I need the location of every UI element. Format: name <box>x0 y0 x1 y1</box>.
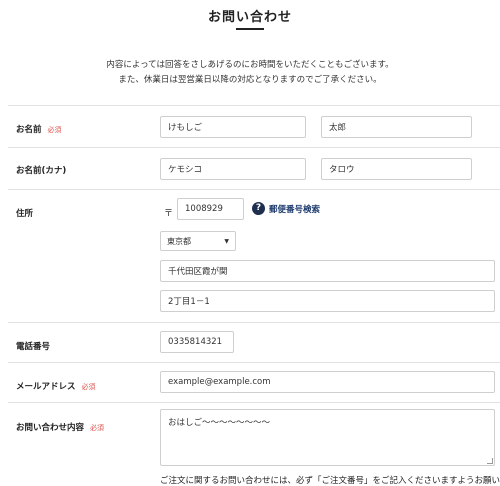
name-label: お名前 必須 <box>16 123 62 135</box>
last-name-input[interactable]: けもしご <box>160 116 306 138</box>
divider <box>8 105 500 106</box>
last-name-kana-input[interactable]: ケモシコ <box>160 158 306 180</box>
page-title: お問い合わせ <box>207 10 292 25</box>
prefecture-select[interactable]: 東京都 ▼ <box>160 231 236 251</box>
street-input[interactable]: 2丁目1－1 <box>160 290 495 312</box>
postal-mark: 〒 <box>164 209 174 219</box>
required-badge: 必須 <box>90 424 105 432</box>
email-input[interactable]: example@example.com <box>160 371 495 393</box>
divider <box>8 322 500 323</box>
name-label-text: お名前 <box>16 125 42 135</box>
intro-line-2: また、休業日は翌営業日以降の対応となりますのでご了承ください。 <box>118 75 382 85</box>
divider <box>8 362 500 363</box>
inquiry-label: お問い合わせ内容 必須 <box>16 421 104 433</box>
prefecture-value: 東京都 <box>167 236 191 246</box>
caret-down-icon: ▼ <box>224 237 229 245</box>
first-name-kana-input[interactable]: タロウ <box>321 158 472 180</box>
email-label: メールアドレス 必須 <box>16 380 96 392</box>
postal-code-input[interactable]: 1008929 <box>177 198 244 220</box>
required-badge: 必須 <box>47 126 62 134</box>
intro-text: 内容によっては回答をさしあげるのにお時間をいただくこともございます。 また、休業… <box>0 58 500 88</box>
first-name-input[interactable]: 太郎 <box>321 116 472 138</box>
divider <box>8 147 500 148</box>
phone-label: 電話番号 <box>16 342 51 352</box>
inquiry-label-text: お問い合わせ内容 <box>16 423 85 433</box>
email-label-text: メールアドレス <box>16 382 76 392</box>
phone-input[interactable]: 0335814321 <box>160 331 234 353</box>
intro-line-1: 内容によっては回答をさしあげるのにお時間をいただくこともございます。 <box>106 60 394 70</box>
divider <box>8 402 500 403</box>
postal-search-link[interactable]: 郵便番号検索 <box>269 203 320 215</box>
kana-label: お名前(カナ) <box>16 166 67 176</box>
required-badge: 必須 <box>81 383 96 391</box>
inquiry-textarea[interactable]: おはしご〜〜〜〜〜〜〜〜 <box>160 409 495 466</box>
inquiry-textarea-value: おはしご〜〜〜〜〜〜〜〜 <box>168 418 271 428</box>
question-circle-icon[interactable]: ? <box>252 202 265 215</box>
order-number-note: ご注文に関するお問い合わせには、必ず「ご注文番号」をご記入くださいますようお願い <box>160 476 500 486</box>
divider <box>8 189 500 190</box>
title-underline <box>236 28 264 30</box>
city-input[interactable]: 千代田区霞が関 <box>160 260 495 282</box>
resize-handle[interactable] <box>487 458 493 464</box>
address-label: 住所 <box>16 209 34 219</box>
